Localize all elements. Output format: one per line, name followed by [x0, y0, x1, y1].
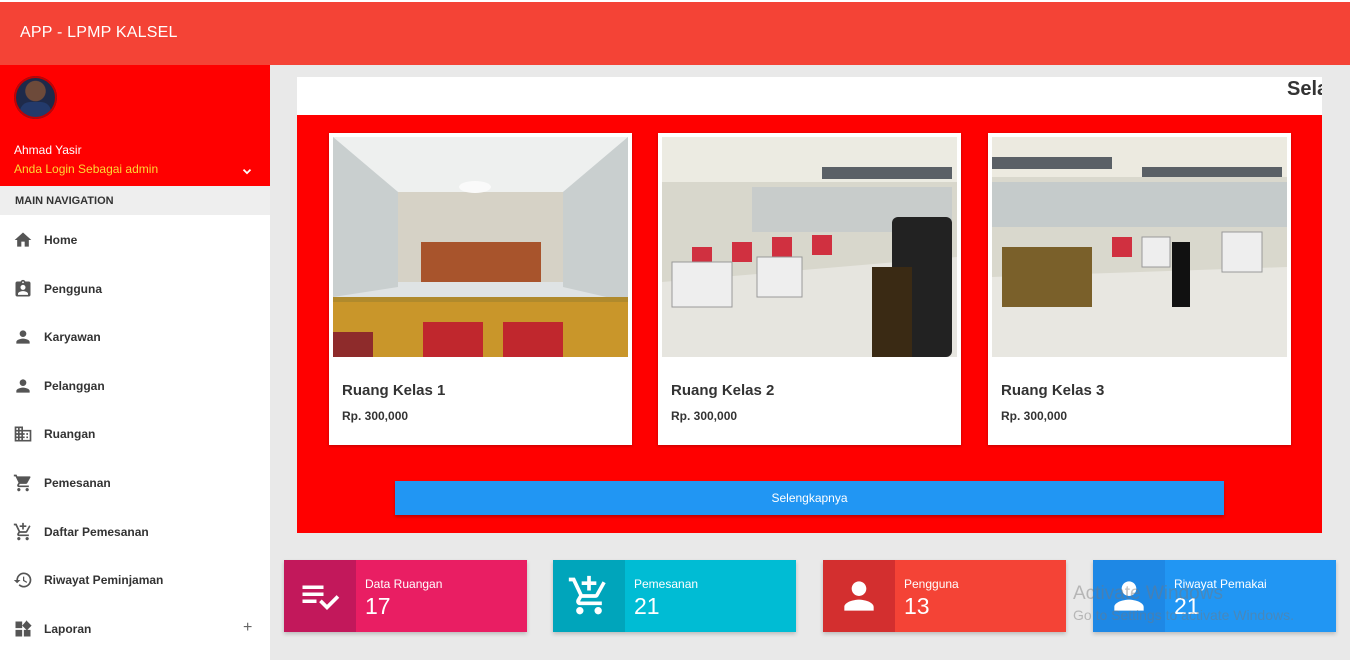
app-title[interactable]: APP - LPMP KALSEL [20, 24, 178, 42]
card-header: Sela [297, 77, 1322, 115]
person-icon [1093, 560, 1165, 632]
sidebar-item-laporan[interactable]: Laporan + [0, 604, 270, 653]
room-photo[interactable] [662, 137, 957, 357]
room-photo[interactable] [333, 137, 628, 357]
room-showcase-card: Sela Ruang Kelas 1 Rp. 300,000 [297, 77, 1322, 533]
stat-value: 17 [365, 593, 391, 619]
room-name: Ruang Kelas 1 [342, 382, 446, 399]
add-cart-icon [553, 560, 625, 632]
cart-icon [13, 474, 31, 492]
user-name: Ahmad Yasir [14, 143, 82, 157]
person-icon [823, 560, 895, 632]
person-icon [16, 330, 30, 344]
room-photo-illustration [662, 137, 957, 357]
stat-card-data-ruangan[interactable]: Data Ruangan 17 [284, 560, 527, 632]
stat-value: 13 [904, 593, 930, 619]
nav-heading: MAIN NAVIGATION [0, 186, 270, 215]
chevron-down-icon[interactable] [240, 165, 254, 179]
sidebar-item-label: Ruangan [44, 427, 96, 442]
room-name: Ruang Kelas 3 [1001, 382, 1105, 399]
room-price: Rp. 300,000 [671, 409, 738, 423]
sidebar-item-label: Pelanggan [44, 378, 105, 393]
stat-card-pengguna[interactable]: Pengguna 13 [823, 560, 1066, 632]
main-navigation: Home Pengguna Karyawan Pelanggan Ruangan… [0, 215, 270, 652]
stat-label: Pemesanan [634, 577, 699, 591]
stat-label: Data Ruangan [365, 577, 443, 591]
playlist-check-icon [284, 560, 356, 632]
sidebar-item-label: Daftar Pemesanan [44, 524, 149, 539]
user-role: Anda Login Sebagai admin [14, 162, 159, 176]
room-photo[interactable] [992, 137, 1287, 357]
stat-card-riwayat-pemakai[interactable]: Riwayat Pemakai 21 [1093, 560, 1336, 632]
room-price: Rp. 300,000 [1001, 409, 1068, 423]
sidebar-item-label: Home [44, 233, 78, 247]
person-icon [16, 379, 30, 393]
sidebar-item-label: Laporan [44, 621, 92, 636]
avatar[interactable] [14, 76, 57, 119]
home-icon [14, 232, 32, 247]
sidebar-item-home[interactable]: Home [0, 215, 270, 264]
top-bar: APP - LPMP KALSEL [0, 0, 1350, 65]
sidebar-item-label: Riwayat Peminjaman [44, 573, 164, 588]
room-name: Ruang Kelas 2 [671, 382, 775, 399]
stat-value: 21 [1174, 593, 1200, 619]
sidebar-item-pemesanan[interactable]: Pemesanan [0, 458, 270, 507]
expand-plus-icon[interactable]: + [243, 619, 252, 637]
room-card[interactable]: Ruang Kelas 1 Rp. 300,000 [329, 133, 632, 445]
sidebar-item-label: Pengguna [44, 281, 103, 296]
assignment-ind-icon [15, 279, 31, 297]
building-icon [14, 426, 32, 442]
room-photo-illustration [333, 137, 628, 357]
sidebar-item-karyawan[interactable]: Karyawan [0, 312, 270, 361]
sidebar-item-ruangan[interactable]: Ruangan [0, 409, 270, 458]
room-photo-illustration [992, 137, 1287, 357]
sidebar: Ahmad Yasir Anda Login Sebagai admin MAI… [0, 65, 270, 660]
room-price: Rp. 300,000 [342, 409, 409, 423]
room-card[interactable]: Ruang Kelas 3 Rp. 300,000 [988, 133, 1291, 445]
widgets-icon [15, 619, 32, 637]
stat-label: Pengguna [904, 577, 959, 591]
add-cart-icon [13, 522, 31, 540]
stat-label: Riwayat Pemakai [1174, 577, 1267, 591]
sidebar-item-pelanggan[interactable]: Pelanggan [0, 361, 270, 410]
sidebar-item-riwayat-peminjaman[interactable]: Riwayat Peminjaman [0, 555, 270, 604]
room-card[interactable]: Ruang Kelas 2 Rp. 300,000 [658, 133, 961, 445]
stat-value: 21 [634, 593, 660, 619]
page-title: Sela [1287, 78, 1322, 100]
sidebar-item-pengguna[interactable]: Pengguna [0, 264, 270, 313]
history-icon [13, 572, 32, 588]
sidebar-item-label: Karyawan [44, 330, 101, 345]
sidebar-item-daftar-pemesanan[interactable]: Daftar Pemesanan [0, 507, 270, 556]
more-button[interactable]: Selengkapnya [395, 481, 1224, 515]
user-info-panel: Ahmad Yasir Anda Login Sebagai admin [0, 65, 270, 186]
sidebar-item-label: Pemesanan [44, 475, 111, 490]
stat-card-pemesanan[interactable]: Pemesanan 21 [553, 560, 796, 632]
